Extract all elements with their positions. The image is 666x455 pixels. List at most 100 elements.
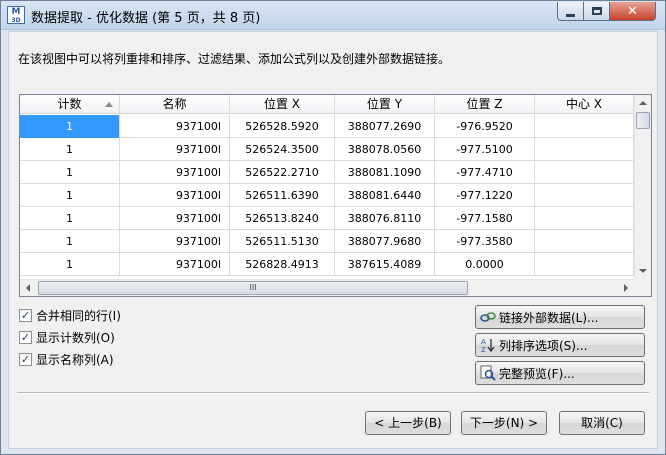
table-cell[interactable]: 1 (20, 161, 120, 184)
column-header[interactable]: 名称 (120, 95, 230, 114)
table-cell[interactable]: -977.4710 (435, 161, 535, 184)
sort-icon: AZ (480, 337, 496, 353)
table-cell[interactable]: -976.9520 (435, 115, 535, 138)
column-sort-options-button[interactable]: AZ 列排序选项(S)... (475, 333, 645, 357)
column-header[interactable]: 位置 Z (435, 95, 535, 114)
next-button[interactable]: 下一步(N) > (461, 411, 547, 435)
table-cell[interactable] (535, 253, 634, 276)
table-cell[interactable]: 1 (20, 138, 120, 161)
table-cell[interactable]: 388081.6440 (335, 184, 435, 207)
table-cell[interactable]: 526522.2710 (230, 161, 335, 184)
table-row[interactable]: 1 937100l 526828.4913 387615.4089 0.0000 (20, 253, 634, 276)
full-preview-label: 完整预览(F)... (499, 366, 575, 381)
table-cell[interactable] (535, 161, 634, 184)
horizontal-scrollbar[interactable]: III (20, 279, 634, 296)
table-cell[interactable] (535, 184, 634, 207)
check-icon: ✓ (20, 330, 31, 344)
table-cell[interactable]: 526511.6390 (230, 184, 335, 207)
table-row[interactable]: 1 937100l 526522.2710 388081.1090 -977.4710 (20, 161, 634, 184)
table-cell[interactable] (535, 115, 634, 138)
column-sort-options-label: 列排序选项(S)... (499, 338, 588, 353)
table-cell[interactable]: 388077.9680 (335, 230, 435, 253)
svg-text:Z: Z (481, 346, 486, 353)
table-cell[interactable]: 526528.5920 (230, 115, 335, 138)
link-external-data-label: 链接外部数据(L)... (499, 310, 599, 325)
column-header[interactable]: 位置 X (230, 95, 335, 114)
table-cell[interactable]: 526524.3500 (230, 138, 335, 161)
table-cell[interactable]: 388078.0560 (335, 138, 435, 161)
maximize-icon (591, 7, 602, 15)
table-cell[interactable]: 526828.4913 (230, 253, 335, 276)
merge-rows-option[interactable]: ✓ 合并相同的行(I) (19, 307, 121, 323)
minimize-button[interactable] (557, 2, 584, 21)
table-cell[interactable]: -977.1220 (435, 184, 535, 207)
column-header-label: 计数 (57, 97, 82, 111)
table-row[interactable]: 1 937100l 526528.5920 388077.2690 -976.9520 (20, 115, 634, 138)
check-icon: ✓ (20, 352, 31, 366)
table-cell[interactable]: 937100l (120, 161, 230, 184)
data-grid[interactable]: 计数 名称 位置 X 位置 Y 位置 Z 中心 X 1 937100l 526528.5920… (19, 94, 652, 297)
show-count-option[interactable]: ✓ 显示计数列(O) (19, 329, 115, 345)
column-header[interactable]: 位置 Y (335, 95, 435, 114)
scroll-down-icon[interactable] (639, 269, 647, 273)
show-name-option[interactable]: ✓ 显示名称列(A) (19, 351, 114, 367)
table-cell[interactable]: 1 (20, 207, 120, 230)
column-header[interactable]: 计数 (20, 95, 120, 114)
scroll-right-icon[interactable] (624, 284, 628, 292)
page-description: 在该视图中可以将列重排和排序、过滤结果、添加公式列以及创建外部数据链接。 (18, 52, 451, 66)
button-separator (17, 392, 649, 394)
cancel-button[interactable]: 取消(C) (559, 411, 645, 435)
merge-rows-checkbox[interactable]: ✓ (19, 308, 32, 322)
dialog-window: M 3D 数据提取 - 优化数据 (第 5 页，共 8 页) ✕ 在该视图中可以将… (0, 0, 666, 455)
table-cell[interactable]: 937100l (120, 138, 230, 161)
table-cell[interactable]: 526511.5130 (230, 230, 335, 253)
back-button[interactable]: < 上一步(B) (365, 411, 451, 435)
table-cell[interactable]: 937100l (120, 230, 230, 253)
scroll-corner (634, 279, 651, 296)
show-count-checkbox[interactable]: ✓ (19, 330, 32, 344)
close-button[interactable]: ✕ (610, 2, 656, 21)
title-bar[interactable]: M 3D 数据提取 - 优化数据 (第 5 页，共 8 页) ✕ (1, 1, 665, 30)
vertical-scroll-thumb[interactable] (636, 112, 650, 129)
window-title: 数据提取 - 优化数据 (第 5 页，共 8 页) (31, 11, 261, 26)
table-row[interactable]: 1 937100l 526524.3500 388078.0560 -977.5100 (20, 138, 634, 161)
table-cell[interactable]: 937100l (120, 115, 230, 138)
preview-icon (480, 365, 496, 381)
show-count-label: 显示计数列(O) (36, 330, 115, 345)
svg-text:A: A (481, 338, 486, 346)
table-cell[interactable]: 937100l (120, 207, 230, 230)
table-cell[interactable]: 388076.8110 (335, 207, 435, 230)
table-cell[interactable]: 388077.2690 (335, 115, 435, 138)
link-external-data-button[interactable]: 链接外部数据(L)... (475, 305, 645, 329)
table-cell[interactable]: 1 (20, 184, 120, 207)
table-cell[interactable]: -977.3580 (435, 230, 535, 253)
column-header[interactable]: 中心 X (535, 95, 634, 114)
full-preview-button[interactable]: 完整预览(F)... (475, 361, 645, 385)
table-cell[interactable]: 0.0000 (435, 253, 535, 276)
maximize-button[interactable] (584, 2, 610, 21)
scroll-up-icon[interactable] (639, 101, 647, 105)
table-cell[interactable]: 937100l (120, 184, 230, 207)
table-row[interactable]: 1 937100l 526513.8240 388076.8110 -977.1580 (20, 207, 634, 230)
table-cell[interactable]: 1 (20, 230, 120, 253)
link-icon (480, 309, 496, 325)
vertical-scrollbar[interactable] (634, 95, 651, 279)
table-row[interactable]: 1 937100l 526511.5130 388077.9680 -977.3580 (20, 230, 634, 253)
horizontal-scroll-thumb[interactable]: III (38, 281, 468, 295)
table-cell[interactable]: 1 (20, 115, 120, 138)
show-name-checkbox[interactable]: ✓ (19, 352, 32, 366)
close-icon: ✕ (627, 3, 638, 19)
table-cell[interactable]: 937100l (120, 253, 230, 276)
table-cell[interactable] (535, 207, 634, 230)
table-cell[interactable] (535, 230, 634, 253)
table-cell[interactable]: 1 (20, 253, 120, 276)
table-row[interactable]: 1 937100l 526511.6390 388081.6440 -977.1220 (20, 184, 634, 207)
table-cell[interactable]: -977.5100 (435, 138, 535, 161)
table-cell[interactable] (535, 138, 634, 161)
table-cell[interactable]: 526513.8240 (230, 207, 335, 230)
minimize-icon (566, 13, 575, 17)
scroll-left-icon[interactable] (26, 284, 30, 292)
table-cell[interactable]: -977.1580 (435, 207, 535, 230)
table-cell[interactable]: 388081.1090 (335, 161, 435, 184)
table-cell[interactable]: 387615.4089 (335, 253, 435, 276)
